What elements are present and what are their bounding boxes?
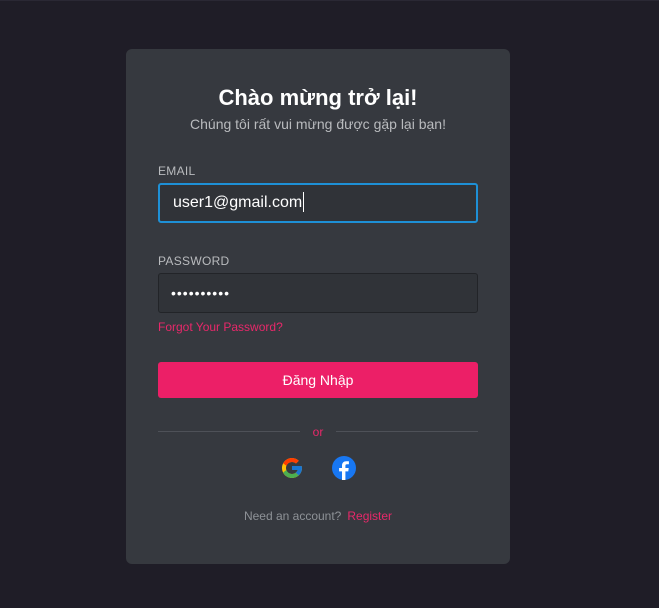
text-caret xyxy=(303,191,305,212)
page-title: Chào mừng trở lại! xyxy=(218,85,418,110)
password-value: •••••••••• xyxy=(171,285,231,301)
email-field[interactable]: user1@gmail.com xyxy=(158,183,478,223)
top-border xyxy=(0,0,659,1)
or-divider: or xyxy=(158,425,478,439)
email-value: user1@gmail.com xyxy=(173,194,303,211)
google-icon[interactable] xyxy=(280,456,304,480)
divider-line-right xyxy=(336,431,478,432)
need-account-text: Need an account? xyxy=(243,509,342,523)
password-label: PASSWORD xyxy=(158,254,230,268)
email-label: EMAIL xyxy=(158,164,196,178)
register-prompt: Need an account? Register xyxy=(126,509,510,523)
forgot-password-link[interactable]: Forgot Your Password? xyxy=(158,320,283,334)
facebook-icon[interactable] xyxy=(332,456,356,480)
register-link[interactable]: Register xyxy=(347,509,392,523)
page-subtitle: Chúng tôi rất vui mừng được gặp lại bạn! xyxy=(190,116,446,132)
login-card: Chào mừng trở lại! Chúng tôi rất vui mừn… xyxy=(126,49,510,564)
password-field[interactable]: •••••••••• xyxy=(158,273,478,313)
divider-label: or xyxy=(312,425,324,439)
login-button[interactable]: Đăng Nhập xyxy=(158,362,478,398)
